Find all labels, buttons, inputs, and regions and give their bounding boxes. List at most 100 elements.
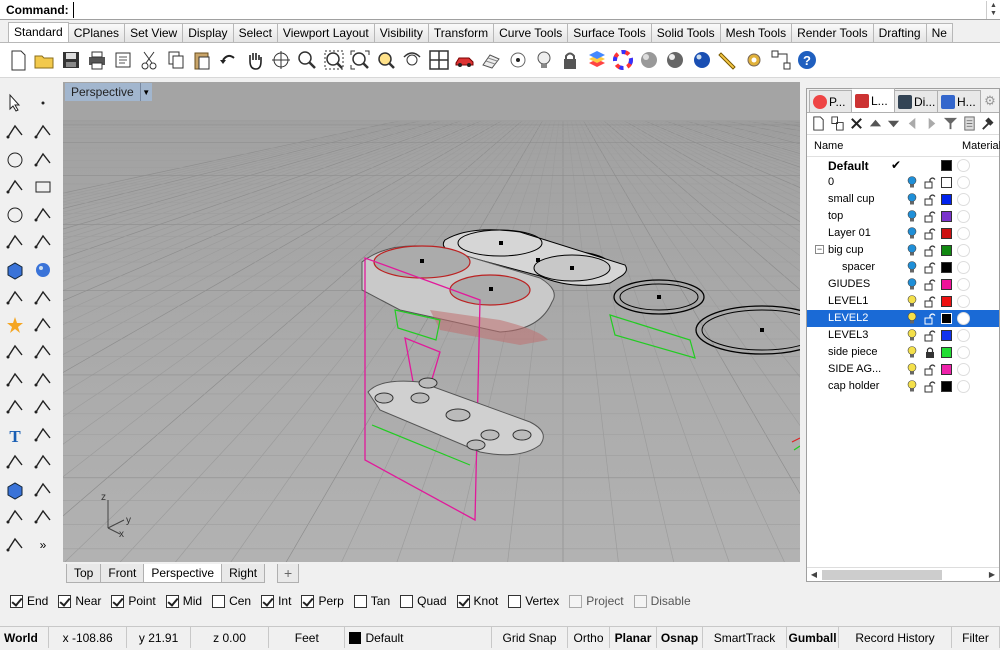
layer-color-swatch[interactable] [941, 279, 952, 290]
layer-name[interactable]: LEVEL2 [828, 312, 868, 324]
units-status[interactable]: Feet [269, 627, 346, 648]
pen-icon[interactable] [716, 48, 740, 72]
matrix-icon[interactable] [2, 505, 28, 529]
viewport-tab-top[interactable]: Top [66, 564, 102, 583]
layer-color-swatch[interactable] [941, 296, 952, 307]
layer-row[interactable]: small cup [807, 191, 999, 208]
viewport-title-label[interactable]: Perspective [65, 85, 140, 99]
layer-row[interactable]: LEVEL3 [807, 327, 999, 344]
panel-tab-3[interactable]: H... [938, 90, 981, 112]
copy-icon[interactable] [164, 48, 188, 72]
layer-row[interactable]: side piece [807, 344, 999, 361]
light-bulb-icon[interactable] [907, 193, 917, 206]
ellipse-icon[interactable] [2, 203, 28, 227]
layer-color-swatch[interactable] [941, 364, 952, 375]
osnap-mid[interactable]: Mid [165, 594, 202, 608]
scroll-thumb[interactable] [822, 569, 942, 580]
grid-options-icon[interactable] [479, 48, 503, 72]
layer-name[interactable]: GIUDES [828, 278, 870, 290]
zoom-window-icon[interactable] [322, 48, 346, 72]
panel-tab-2[interactable]: Di... [895, 90, 938, 112]
rectangle-icon[interactable] [30, 175, 56, 199]
status-smarttrack[interactable]: SmartTrack [703, 627, 788, 648]
osnap-end[interactable]: End [10, 594, 48, 608]
layer-material-icon[interactable] [957, 329, 970, 342]
unlocked-icon[interactable] [924, 278, 936, 291]
light-bulb-icon[interactable] [907, 210, 917, 223]
tab-set-view[interactable]: Set View [125, 23, 184, 42]
tab-cplanes[interactable]: CPlanes [68, 23, 126, 42]
osnap-checkbox[interactable] [508, 594, 522, 608]
status-grid-snap[interactable]: Grid Snap [492, 627, 569, 648]
layer-name[interactable]: Layer 01 [828, 227, 871, 239]
layer-row[interactable]: spacer [807, 259, 999, 276]
osnap-checkbox[interactable] [212, 594, 226, 608]
unlocked-icon[interactable] [924, 363, 936, 376]
layer-row[interactable]: SIDE AG... [807, 361, 999, 378]
mirror-icon[interactable] [30, 450, 56, 474]
light-bulb-icon[interactable] [907, 346, 917, 359]
layer-material-icon[interactable] [957, 380, 970, 393]
unlocked-icon[interactable] [924, 380, 936, 393]
panel-gear-icon[interactable]: ⚙ [981, 90, 999, 112]
tab-visibility[interactable]: Visibility [374, 23, 429, 42]
color-wheel-icon[interactable] [611, 48, 635, 72]
polyline-icon[interactable] [2, 120, 28, 144]
print-icon[interactable] [85, 48, 109, 72]
surface-icon[interactable] [2, 230, 28, 254]
osnap-checkbox[interactable] [633, 594, 647, 608]
layer-material-icon[interactable] [957, 295, 970, 308]
cube-solid-icon[interactable] [2, 478, 28, 502]
array-icon[interactable] [2, 450, 28, 474]
four-viewports-icon[interactable] [427, 48, 451, 72]
layer-color-swatch[interactable] [941, 177, 952, 188]
unlocked-icon[interactable] [924, 244, 936, 257]
move-down-icon[interactable] [886, 115, 901, 133]
osnap-near[interactable]: Near [58, 594, 101, 608]
render-sphere-icon[interactable] [663, 48, 687, 72]
tab-curve-tools[interactable]: Curve Tools [494, 23, 569, 42]
light-bulb-icon[interactable] [907, 312, 917, 325]
cplane-status[interactable]: World [0, 627, 49, 648]
layers-hscrollbar[interactable]: ◀ ▶ [807, 567, 999, 581]
osnap-checkbox[interactable] [400, 594, 414, 608]
column-name[interactable]: Name [814, 140, 843, 152]
status-record-history[interactable]: Record History [839, 627, 953, 648]
undo-icon[interactable] [216, 48, 240, 72]
more-tools-icon[interactable]: » [30, 533, 56, 557]
tab-render-tools[interactable]: Render Tools [792, 23, 874, 42]
perspective-viewport[interactable]: z y x [63, 82, 800, 562]
osnap-point[interactable]: Point [111, 594, 156, 608]
move-up-icon[interactable] [867, 115, 882, 133]
ungroup-icon[interactable] [30, 368, 56, 392]
osnap-checkbox[interactable] [353, 594, 367, 608]
tab-solid-tools[interactable]: Solid Tools [651, 23, 721, 42]
rotate-view-icon[interactable] [269, 48, 293, 72]
layer-row[interactable]: Default ✔ [807, 157, 999, 174]
layer-name[interactable]: cap holder [828, 380, 879, 392]
rotate-icon[interactable] [30, 395, 56, 419]
column-material[interactable]: Material [962, 140, 1000, 152]
osnap-checkbox[interactable] [569, 594, 583, 608]
unlocked-icon[interactable] [924, 210, 936, 223]
layer-material-icon[interactable] [957, 193, 970, 206]
layer-color-swatch[interactable] [941, 194, 952, 205]
tab-drafting[interactable]: Drafting [873, 23, 927, 42]
status-ortho[interactable]: Ortho [568, 627, 611, 648]
tab-ne[interactable]: Ne [926, 23, 953, 42]
zoom-icon[interactable] [295, 48, 319, 72]
light-bulb-icon[interactable] [907, 380, 917, 393]
layer-color-swatch[interactable] [941, 245, 952, 256]
osnap-checkbox[interactable] [261, 594, 275, 608]
light-bulb-icon[interactable] [907, 363, 917, 376]
osnap-perp[interactable]: Perp [301, 594, 344, 608]
layer-color-swatch[interactable] [941, 381, 952, 392]
light-bulb-icon[interactable] [907, 244, 917, 257]
light-bulb-icon[interactable] [907, 295, 917, 308]
status-gumball[interactable]: Gumball [787, 627, 840, 648]
blue-sphere-icon[interactable] [690, 48, 714, 72]
select-arrow-icon[interactable] [2, 91, 28, 115]
command-scroll[interactable]: ▲ ▼ [986, 0, 1000, 19]
light-bulb-icon[interactable] [907, 278, 917, 291]
unlocked-icon[interactable] [924, 295, 936, 308]
